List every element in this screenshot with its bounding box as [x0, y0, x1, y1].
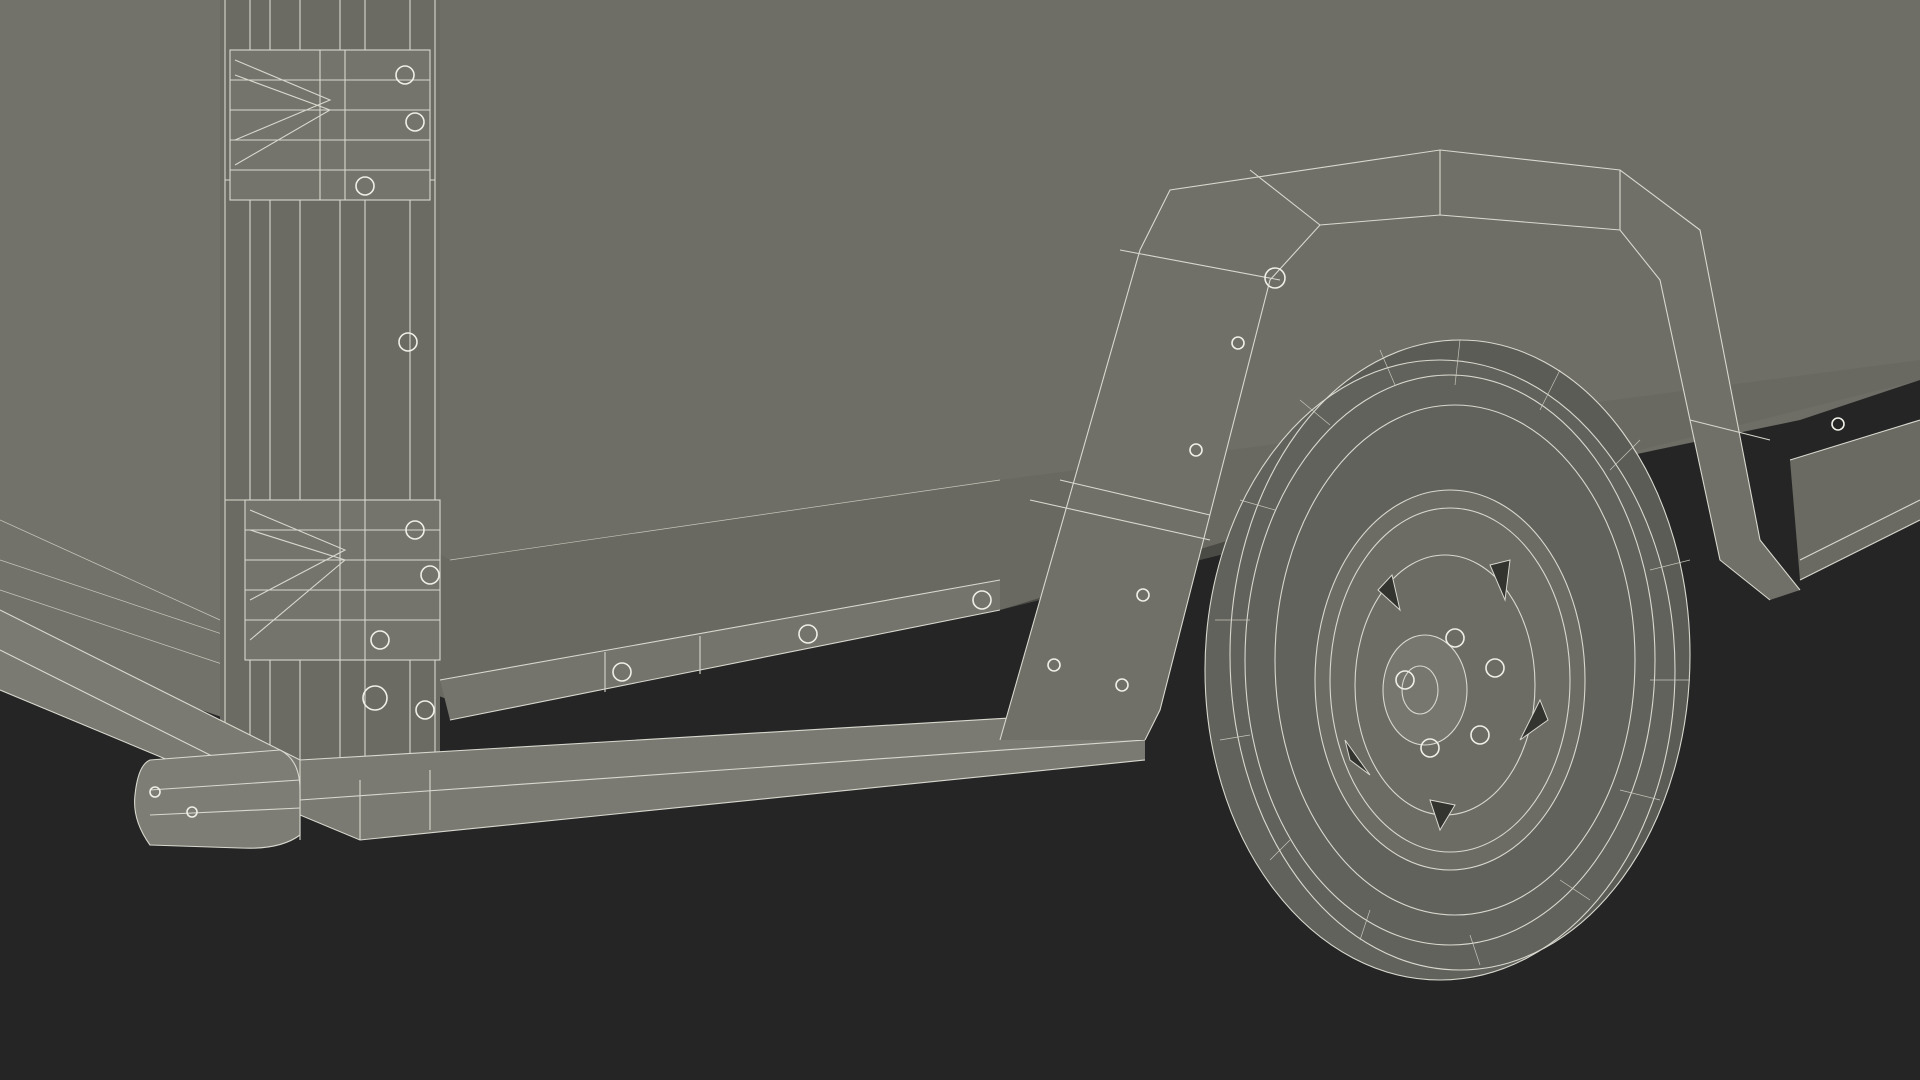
hitch-stub: [134, 749, 301, 849]
trailer-wireframe-scene: [0, 0, 1920, 1080]
render-viewport: [0, 0, 1920, 1080]
body-front-face: [0, 0, 241, 720]
upper-hinge: [229, 49, 431, 201]
